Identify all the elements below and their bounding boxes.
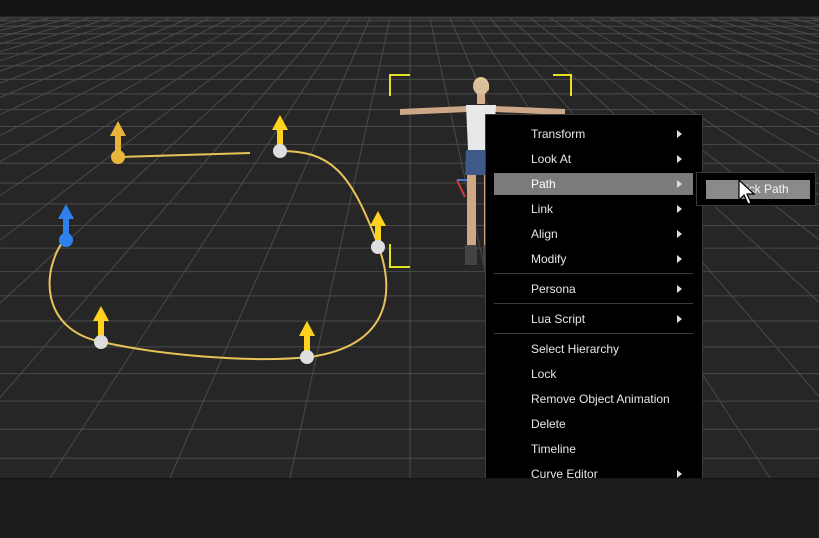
menu-separator xyxy=(494,273,693,274)
menu-item-lua-script[interactable]: Lua Script xyxy=(494,308,693,330)
menu-item-label: Transform xyxy=(531,127,586,141)
menu-item-label: Align xyxy=(531,227,558,241)
3d-viewport[interactable]: Transform Look At Path Link Align Modify… xyxy=(0,0,819,478)
submenu-arrow-icon xyxy=(677,255,682,263)
menu-separator xyxy=(494,303,693,304)
menu-item-label: Select Hierarchy xyxy=(531,342,620,356)
menu-item-remove-object-animation[interactable]: Remove Object Animation xyxy=(494,388,693,410)
menu-separator xyxy=(494,333,693,334)
menu-item-curve-editor[interactable]: Curve Editor xyxy=(494,463,693,478)
mouse-pointer-icon xyxy=(738,179,756,205)
waypoint-marker[interactable] xyxy=(58,204,74,247)
context-menu: Transform Look At Path Link Align Modify… xyxy=(485,114,703,478)
menu-item-align[interactable]: Align xyxy=(494,223,693,245)
submenu-arrow-icon xyxy=(677,230,682,238)
menu-item-look-at[interactable]: Look At xyxy=(494,148,693,170)
waypoint-markers[interactable] xyxy=(58,115,386,364)
waypoint-marker[interactable] xyxy=(272,115,288,158)
menu-item-label: Delete xyxy=(531,417,566,431)
bracket-bottom-left xyxy=(389,244,410,268)
menu-item-label: Persona xyxy=(531,282,576,296)
submenu-item-pick-path[interactable]: Pick Path xyxy=(706,180,810,199)
bracket-top-left xyxy=(389,74,410,96)
menu-item-label: Remove Object Animation xyxy=(531,392,670,406)
submenu-arrow-icon xyxy=(677,205,682,213)
menu-item-path[interactable]: Path xyxy=(494,173,693,195)
menu-item-modify[interactable]: Modify xyxy=(494,248,693,270)
waypoint-marker[interactable] xyxy=(110,121,126,164)
menu-item-label: Look At xyxy=(531,152,572,166)
submenu-arrow-icon xyxy=(677,130,682,138)
menu-item-label: Path xyxy=(531,177,556,191)
waypoint-marker[interactable] xyxy=(299,321,315,364)
menu-item-label: Modify xyxy=(531,252,567,266)
menu-item-label: Timeline xyxy=(531,442,576,456)
menu-item-link[interactable]: Link xyxy=(494,198,693,220)
menu-item-transform[interactable]: Transform xyxy=(494,123,693,145)
submenu-arrow-icon xyxy=(677,470,682,478)
menu-item-timeline[interactable]: Timeline xyxy=(494,438,693,460)
submenu-arrow-icon xyxy=(677,285,682,293)
submenu-arrow-icon xyxy=(677,155,682,163)
bottom-panel xyxy=(0,478,819,538)
menu-item-label: Lua Script xyxy=(531,312,586,326)
bracket-top-right xyxy=(553,74,572,96)
menu-item-label: Curve Editor xyxy=(531,467,598,478)
menu-item-label: Link xyxy=(531,202,554,216)
menu-item-persona[interactable]: Persona xyxy=(494,278,693,300)
submenu-arrow-icon xyxy=(677,315,682,323)
menu-item-delete[interactable]: Delete xyxy=(494,413,693,435)
submenu-arrow-icon xyxy=(677,180,682,188)
menu-item-lock[interactable]: Lock xyxy=(494,363,693,385)
menu-item-select-hierarchy[interactable]: Select Hierarchy xyxy=(494,338,693,360)
menu-item-label: Lock xyxy=(531,367,557,381)
waypoint-marker[interactable] xyxy=(93,306,109,349)
